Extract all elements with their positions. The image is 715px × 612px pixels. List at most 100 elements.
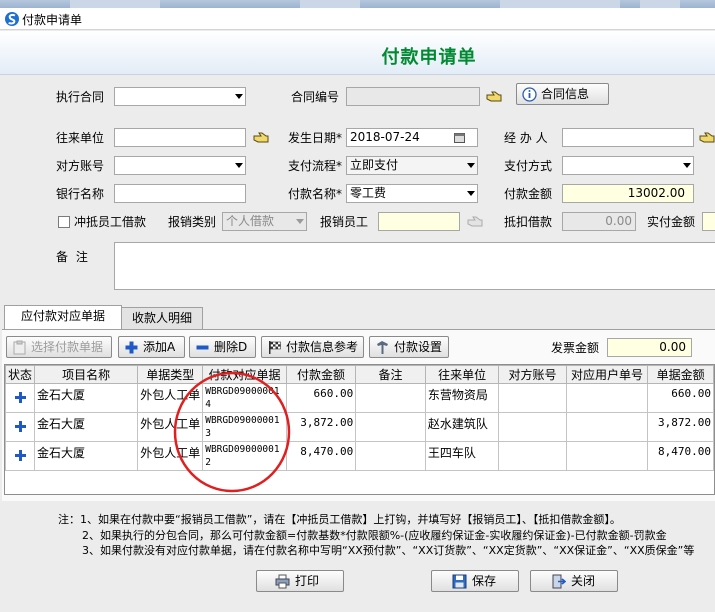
remark-cell[interactable] <box>355 441 426 471</box>
remark-cell[interactable] <box>355 412 426 442</box>
print-button[interactable]: 打印 <box>256 570 344 592</box>
payment-settings-label: 付款设置 <box>394 340 443 354</box>
invoice-field[interactable]: 0.00 <box>607 338 692 357</box>
payment-settings-button[interactable]: 付款设置 <box>369 336 449 358</box>
close-button[interactable]: 关闭 <box>530 570 618 592</box>
chevron-down-icon <box>296 219 304 224</box>
user-no-cell <box>565 441 649 471</box>
offset-checkbox[interactable] <box>58 216 70 228</box>
col-header[interactable]: 付款对应单据 <box>202 365 287 384</box>
pointing-hand-icon[interactable] <box>699 132 715 144</box>
pay-method-select[interactable] <box>562 156 694 175</box>
expand-plus-icon[interactable] <box>14 421 26 432</box>
counterparty-field[interactable] <box>114 128 246 147</box>
invoice-label: 发票金额 <box>551 341 600 355</box>
counterparty-cell: 东营物资局 <box>424 383 500 413</box>
add-label: 添加A <box>143 340 176 354</box>
deduct-field[interactable]: 0.00 <box>562 212 636 231</box>
expand-plus-icon[interactable] <box>14 392 26 403</box>
info-icon <box>522 87 537 102</box>
handler-field[interactable] <box>562 128 694 147</box>
account-cell <box>498 441 567 471</box>
table-row[interactable]: 金石大厦 外包人工单 WBRGD090000014 660.00 东营物资局 6… <box>5 383 714 413</box>
save-button[interactable]: 保存 <box>431 570 519 592</box>
delete-button[interactable]: 删除D <box>189 336 256 358</box>
select-doc-label: 选择付款单据 <box>31 340 104 354</box>
table-row[interactable]: 金石大厦 外包人工单 WBRGD090000012 8,470.00 王四车队 … <box>5 441 714 471</box>
note-line-2: 2、如果执行的分包合同，那么可付款金额=付款基数*付款限额%-(应收履约保证金-… <box>82 529 667 542</box>
payable-docs-grid[interactable]: 状态 项目名称 单据类型 付款对应单据 付款金额 备注 往来单位 对方账号 对应… <box>4 364 715 495</box>
counterparty-cell: 王四车队 <box>424 441 500 471</box>
flow-select[interactable]: 立即支付 <box>346 156 478 175</box>
select-doc-button[interactable]: 选择付款单据 <box>6 336 112 358</box>
actual-label: 实付金额 <box>647 215 696 229</box>
grid-header-row: 状态 项目名称 单据类型 付款对应单据 付款金额 备注 往来单位 对方账号 对应… <box>5 365 714 384</box>
pointing-hand-icon[interactable] <box>467 216 483 228</box>
row-status-cell[interactable] <box>5 441 36 471</box>
minus-icon <box>196 345 209 350</box>
doc-amount-cell: 8,470.00 <box>647 441 714 471</box>
counterparty-label: 往来单位 <box>56 131 105 145</box>
close-label: 关闭 <box>571 574 596 588</box>
delete-label: 删除D <box>214 340 248 354</box>
bank-field[interactable] <box>114 184 246 203</box>
contract-no-field[interactable] <box>346 87 480 106</box>
contract-select[interactable] <box>114 87 246 106</box>
pointing-hand-icon[interactable] <box>486 91 502 103</box>
project-cell: 金石大厦 <box>34 383 139 413</box>
user-no-cell <box>565 412 649 442</box>
amount-field[interactable]: 13002.00 <box>562 184 694 203</box>
account-cell <box>498 383 567 413</box>
account-cell <box>498 412 567 442</box>
remark-textarea[interactable] <box>114 242 715 290</box>
claim-type-select[interactable]: 个人借款 <box>222 212 307 231</box>
pay-name-select[interactable]: 零工费 <box>346 184 478 203</box>
chevron-down-icon <box>467 163 475 168</box>
contract-info-button[interactable]: 合同信息 <box>516 83 609 105</box>
table-row[interactable]: 金石大厦 外包人工单 WBRGD090000013 3,872.00 赵水建筑队… <box>5 412 714 442</box>
save-label: 保存 <box>472 574 497 588</box>
col-header[interactable]: 对方账号 <box>498 365 567 384</box>
project-cell: 金石大厦 <box>34 412 139 442</box>
plus-icon <box>125 341 138 354</box>
add-button[interactable]: 添加A <box>118 336 185 358</box>
deduct-label: 抵扣借款 <box>504 215 553 229</box>
claim-staff-field[interactable] <box>378 212 460 231</box>
row-status-cell[interactable] <box>5 383 36 413</box>
col-header[interactable]: 备注 <box>355 365 426 384</box>
col-header[interactable]: 单据类型 <box>137 365 204 384</box>
col-header[interactable]: 项目名称 <box>34 365 139 384</box>
col-header[interactable]: 对应用户单号 <box>565 365 649 384</box>
contract-no-label: 合同编号 <box>291 90 340 104</box>
claim-staff-label: 报销员工 <box>320 215 369 229</box>
form-header: 付款申请单 <box>0 31 715 75</box>
col-header[interactable]: 状态 <box>5 365 36 384</box>
flow-label: 支付流程* <box>288 159 343 173</box>
project-cell: 金石大厦 <box>34 441 139 471</box>
chevron-down-icon <box>235 163 243 168</box>
pointing-hand-icon[interactable] <box>253 132 269 144</box>
doc-type-cell: 外包人工单 <box>137 383 204 413</box>
calendar-icon[interactable] <box>454 132 465 143</box>
payment-ref-button[interactable]: 付款信息参考 <box>261 336 364 358</box>
col-header[interactable]: 往来单位 <box>424 365 500 384</box>
handler-label: 经 办 人 <box>504 131 548 145</box>
date-field[interactable]: 2018-07-24 <box>346 128 478 147</box>
amount-cell: 660.00 <box>285 383 357 413</box>
printer-icon <box>275 574 290 589</box>
remark-cell[interactable] <box>355 383 426 413</box>
col-header[interactable]: 付款金额 <box>285 365 357 384</box>
window-titlebar[interactable]: 付款申请单 <box>0 8 715 30</box>
actual-field[interactable] <box>702 212 715 231</box>
tab-payee-details[interactable]: 收款人明细 <box>121 307 203 329</box>
col-header[interactable]: 单据金额 <box>647 365 714 384</box>
account-select[interactable] <box>114 156 246 175</box>
expand-plus-icon[interactable] <box>14 450 26 461</box>
account-label: 对方账号 <box>56 159 105 173</box>
exit-door-icon <box>552 574 566 589</box>
doc-amount-cell: 3,872.00 <box>647 412 714 442</box>
form-panel: 执行合同 合同编号 合同信息 往来单位 发生日期* 2018-07-24 经 办… <box>0 76 715 306</box>
claim-type-label: 报销类别 <box>168 215 217 229</box>
row-status-cell[interactable] <box>5 412 36 442</box>
tab-payable-docs[interactable]: 应付款对应单据 <box>4 305 122 329</box>
